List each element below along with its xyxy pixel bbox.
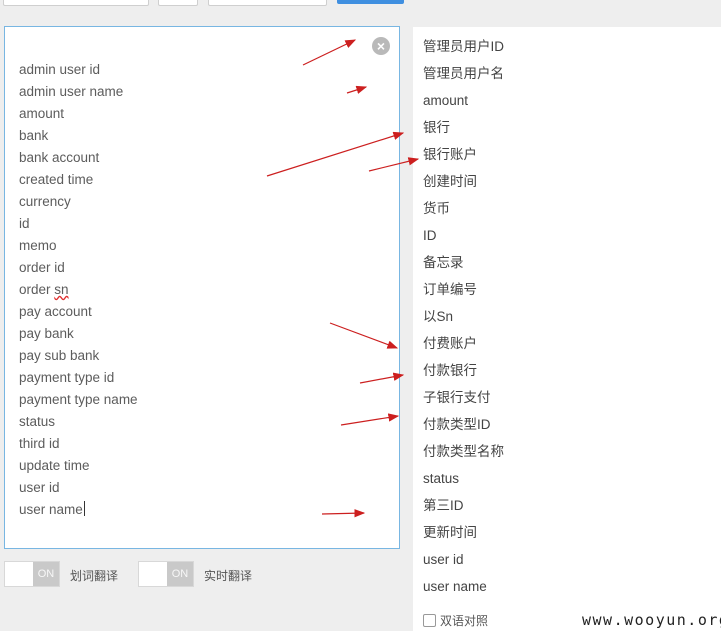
source-line: memo	[19, 238, 57, 253]
bilingual-label: 双语对照	[440, 614, 489, 628]
source-line: bank	[19, 128, 49, 143]
realtime-translate-toggle[interactable]: ON	[138, 561, 194, 587]
source-line: payment type name	[19, 392, 138, 407]
result-line: 付款类型名称	[423, 444, 504, 459]
source-line: order id	[19, 260, 65, 275]
word-select-translate-toggle[interactable]: ON	[4, 561, 60, 587]
toggle-state: ON	[167, 562, 193, 586]
source-line: admin user id	[19, 62, 101, 77]
result-line: 备忘录	[423, 255, 464, 270]
clear-icon[interactable]: ×	[372, 37, 390, 55]
source-line: payment type id	[19, 370, 115, 385]
translate-button[interactable]	[337, 0, 404, 4]
bilingual-checkbox[interactable]	[423, 614, 436, 627]
source-line-text: user name	[19, 502, 83, 517]
result-line: user name	[423, 579, 487, 594]
target-language-select[interactable]	[208, 0, 327, 6]
source-line: admin user name	[19, 84, 124, 99]
translation-result-panel: 管理员用户ID 管理员用户名 amount 银行 银行账户 创建时间 货币 ID…	[413, 27, 721, 631]
source-line: pay bank	[19, 326, 74, 341]
source-line: currency	[19, 194, 71, 209]
source-word-list: admin user id admin user name amount ban…	[19, 59, 138, 521]
swap-language-button[interactable]	[158, 0, 198, 6]
result-line: 第三ID	[423, 498, 464, 513]
source-line: user name	[19, 499, 138, 521]
text-caret	[83, 501, 85, 516]
source-line: pay account	[19, 304, 92, 319]
source-language-select[interactable]	[3, 0, 149, 6]
result-line: 付款银行	[423, 363, 477, 378]
realtime-translate-label: 实时翻译	[204, 569, 253, 583]
word-select-translate-label: 划词翻译	[70, 569, 119, 583]
result-line: 更新时间	[423, 525, 477, 540]
source-line: created time	[19, 172, 94, 187]
result-line: 银行	[423, 120, 450, 135]
source-line: status	[19, 414, 56, 429]
source-text-area[interactable]: × admin user id admin user name amount b…	[4, 26, 400, 549]
result-line: 创建时间	[423, 174, 477, 189]
watermark: www.wooyun.org	[582, 611, 721, 629]
source-line-text: order	[19, 282, 55, 297]
result-line: amount	[423, 93, 469, 108]
source-line: pay sub bank	[19, 348, 100, 363]
source-line: third id	[19, 436, 60, 451]
result-line: 管理员用户ID	[423, 39, 504, 54]
source-line: order sn	[19, 279, 138, 301]
toggle-state: ON	[33, 562, 59, 586]
source-line: amount	[19, 106, 65, 121]
result-line: 以Sn	[423, 309, 454, 324]
result-line: 订单编号	[423, 282, 477, 297]
result-line: 子银行支付	[423, 390, 491, 405]
result-line: 管理员用户名	[423, 66, 504, 81]
result-line: ID	[423, 228, 437, 243]
result-line: status	[423, 471, 460, 486]
result-line: 货币	[423, 201, 450, 216]
translation-list: 管理员用户ID 管理员用户名 amount 银行 银行账户 创建时间 货币 ID…	[423, 33, 504, 600]
result-line: 付费账户	[423, 336, 477, 351]
result-line: 付款类型ID	[423, 417, 491, 432]
source-line: bank account	[19, 150, 100, 165]
result-line: 银行账户	[423, 147, 477, 162]
source-line: update time	[19, 458, 90, 473]
source-line: id	[19, 216, 30, 231]
source-line: user id	[19, 480, 60, 495]
result-line: user id	[423, 552, 464, 567]
spellcheck-word: sn	[54, 282, 69, 297]
bilingual-compare-option[interactable]: 双语对照	[423, 612, 488, 629]
